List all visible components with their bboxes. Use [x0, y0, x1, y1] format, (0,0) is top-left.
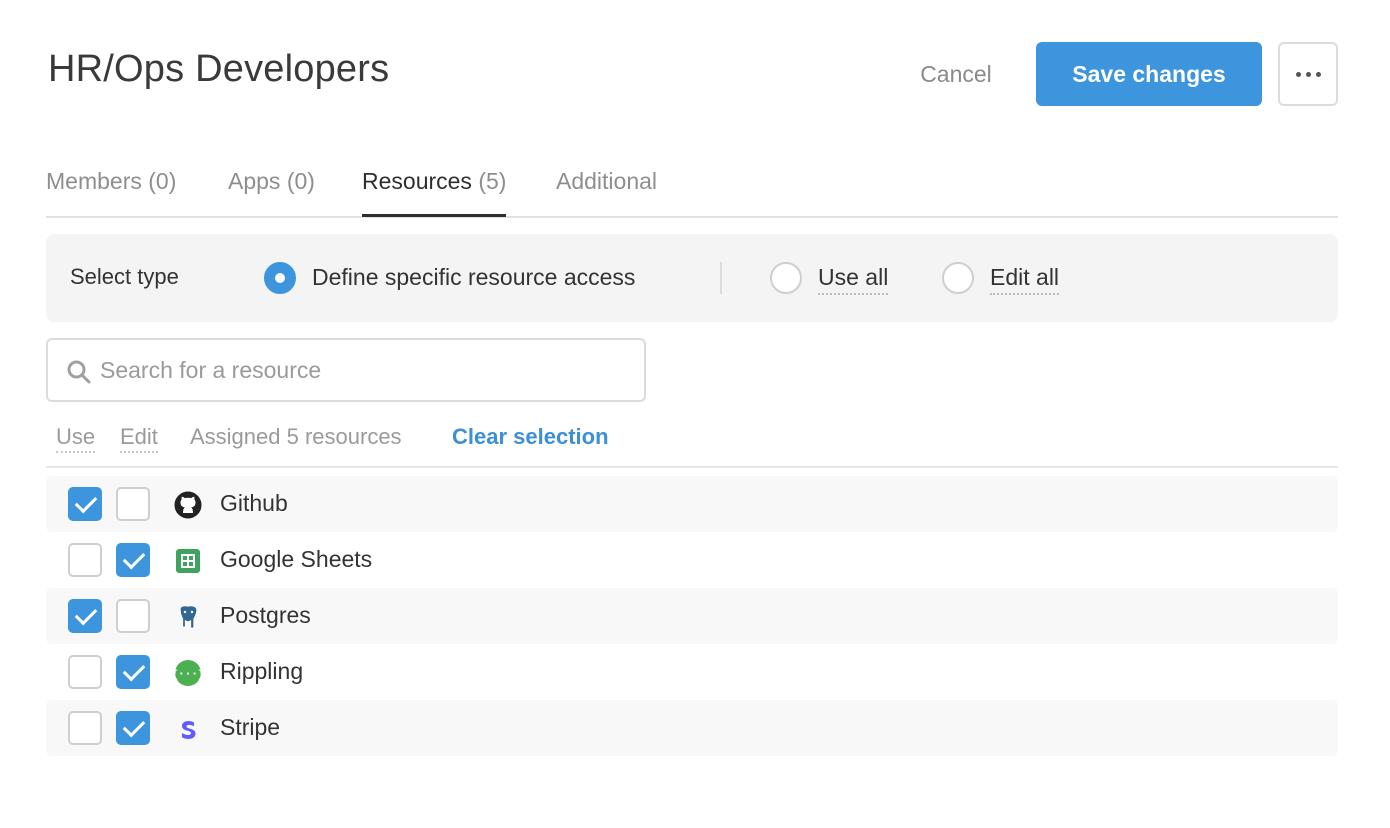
stripe-icon [182, 721, 196, 739]
tab-count: (0) [148, 168, 177, 194]
resource-list: Github Google Sheets Postgres {···} Rip [46, 476, 1338, 756]
select-type-label: Select type [70, 264, 179, 289]
search-box [46, 338, 646, 402]
tab-additional[interactable]: Additional [556, 168, 657, 216]
resource-name: Google Sheets [220, 546, 373, 572]
save-changes-button[interactable]: Save changes [1036, 42, 1262, 106]
resource-row-stripe: Stripe [46, 700, 1338, 756]
tab-count: (0) [286, 168, 315, 194]
page-title: HR/Ops Developers [48, 48, 390, 90]
edit-checkbox-stripe[interactable] [116, 711, 150, 745]
tab-apps[interactable]: Apps (0) [228, 168, 315, 216]
tab-resources[interactable]: Resources (5) [362, 168, 507, 217]
use-checkbox-rippling[interactable] [68, 655, 102, 689]
radio-use-all[interactable] [770, 262, 802, 294]
tab-label: Apps [228, 168, 281, 194]
use-checkbox-stripe[interactable] [68, 711, 102, 745]
edit-checkbox-postgres[interactable] [116, 599, 150, 633]
resource-name: Github [220, 490, 288, 516]
edit-column-header: Edit [120, 424, 158, 453]
edit-checkbox-rippling[interactable] [116, 655, 150, 689]
use-checkbox-postgres[interactable] [68, 599, 102, 633]
google-sheets-icon [176, 549, 200, 573]
resource-name: Postgres [220, 602, 311, 628]
resource-row-google-sheets: Google Sheets [46, 532, 1338, 588]
select-type-panel: Select type Define specific resource acc… [46, 234, 1338, 322]
tab-count: (5) [478, 168, 507, 194]
radio-define-specific-label[interactable]: Define specific resource access [312, 264, 635, 291]
radio-define-specific[interactable] [264, 262, 296, 294]
divider [720, 262, 722, 294]
radio-edit-all-label[interactable]: Edit all [990, 264, 1060, 295]
rippling-icon: {···} [174, 660, 202, 686]
radio-use-all-label[interactable]: Use all [818, 264, 889, 295]
edit-checkbox-github[interactable] [116, 487, 150, 521]
resource-name: Rippling [220, 658, 304, 684]
use-column-header: Use [56, 424, 96, 453]
cancel-button[interactable]: Cancel [900, 50, 1012, 98]
use-checkbox-github[interactable] [68, 487, 102, 521]
list-header: Use Edit Assigned 5 resources Clear sele… [46, 420, 1338, 468]
tab-label: Resources [362, 168, 472, 194]
more-dot [1315, 71, 1321, 77]
postgres-icon [179, 605, 198, 630]
resource-row-rippling: {···} Rippling [46, 644, 1338, 700]
resource-row-postgres: Postgres [46, 588, 1338, 644]
clear-selection-link[interactable]: Clear selection [452, 424, 609, 450]
resource-row-github: Github [46, 476, 1338, 532]
tab-members[interactable]: Members (0) [46, 168, 176, 216]
search-icon [67, 360, 91, 384]
tab-bar: Members (0) Apps (0) Resources (5) Addit… [46, 168, 1338, 218]
more-dot [1305, 71, 1311, 77]
resource-name: Stripe [220, 714, 281, 740]
radio-edit-all[interactable] [942, 262, 974, 294]
use-checkbox-google-sheets[interactable] [68, 543, 102, 577]
assigned-count: Assigned 5 resources [190, 424, 402, 449]
tab-label: Additional [556, 168, 658, 194]
edit-checkbox-google-sheets[interactable] [116, 543, 150, 577]
more-options-button[interactable] [1278, 42, 1338, 106]
search-input[interactable] [100, 350, 630, 390]
svg-text:{···}: {···} [174, 668, 202, 681]
tab-label: Members [46, 168, 142, 194]
github-icon [174, 491, 202, 519]
more-dots-icon [1295, 71, 1301, 77]
